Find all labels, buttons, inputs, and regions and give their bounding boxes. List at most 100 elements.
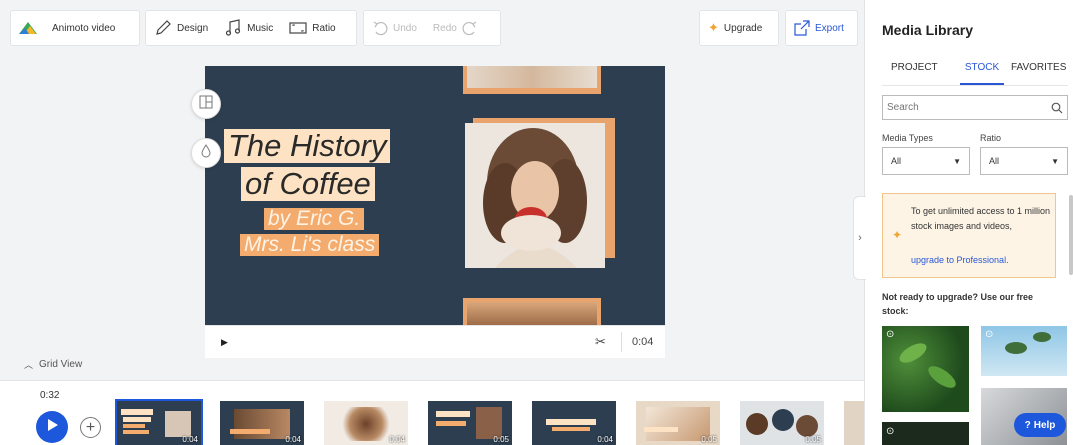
caret-down-icon: ▼ [1051,156,1059,166]
caret-down-icon: ▼ [953,156,961,166]
question-icon: ? [1024,419,1031,431]
stock-video-dark[interactable]: ⊙ [882,422,969,445]
thumbnail-duration: 0:04 [182,435,198,444]
sparkle-icon: ✦ [892,228,903,242]
undo-label: Undo [393,22,417,34]
timeline-thumbnail[interactable]: 0:04 [220,401,304,445]
undo-button[interactable]: Undo [364,11,425,45]
stock-image-plants[interactable]: ⊙ [882,326,969,412]
music-label: Music [247,22,274,34]
upgrade-label: Upgrade [723,22,763,34]
top-photo [467,66,597,88]
bottom-photo [467,302,597,325]
add-block-button[interactable]: + [80,417,101,438]
search-icon[interactable] [1047,96,1067,119]
upgrade-button[interactable]: ✦ Upgrade [700,11,770,45]
ratio-icon [289,21,307,35]
divider [621,332,622,352]
redo-icon [462,20,478,36]
help-button[interactable]: ? Help [1014,413,1066,437]
player-time: 0:04 [632,336,654,348]
upgrade-notice-text: To get unlimited access to 1 million sto… [911,206,1051,231]
slide-subtitle-line-2: Mrs. Li's class [240,234,380,256]
project-name-button[interactable]: Animoto video [11,11,123,45]
media-library-title: Media Library [882,22,974,38]
media-library-tabs: PROJECT STOCK FAVORITES [882,62,1068,86]
export-icon [794,20,810,36]
edit-group: Design Music Ratio [145,10,357,46]
layout-tool-button[interactable] [191,89,221,119]
thumbnail-duration: 0:04 [285,435,301,444]
free-stock-heading: Not ready to upgrade? Use our free stock… [882,292,1034,316]
ratio-value: All [989,156,1000,166]
thumbnail-duration: 0:05 [493,435,509,444]
timeline-play-button[interactable] [36,411,68,443]
slide-title-line-1: The History [224,129,391,163]
grid-view-toggle[interactable]: ︿ Grid View [24,358,82,371]
tab-stock[interactable]: STOCK [960,62,1004,85]
media-types-label: Media Types [882,133,933,143]
upgrade-group: ✦ Upgrade [699,10,779,46]
media-types-value: All [891,156,902,166]
animoto-logo-icon [19,21,37,35]
music-button[interactable]: Music [216,11,281,45]
tab-project[interactable]: PROJECT [891,62,938,85]
ratio-button[interactable]: Ratio [281,11,343,45]
panel-collapse-toggle[interactable]: › [853,196,866,280]
stock-video-palms[interactable]: ⊙ [981,326,1067,376]
video-slide[interactable]: The History of Coffee by Eric G. Mrs. Li… [205,66,665,325]
total-time: 0:32 [40,390,60,401]
design-button[interactable]: Design [146,11,216,45]
chevron-right-icon: › [858,232,862,244]
upgrade-notice: ✦ To get unlimited access to 1 million s… [882,193,1056,278]
ratio-label: Ratio [312,22,336,34]
plus-icon: + [85,418,96,436]
timeline: 0:32 + 0:04 0:04 0:04 0:05 0:04 0:05 0:0… [0,380,864,445]
droplet-icon [200,143,212,163]
timeline-thumbnail[interactable]: 0:05 [428,401,512,445]
export-group: Export [785,10,858,46]
search-box [882,95,1068,120]
timeline-thumbnail[interactable]: 0:04 [115,399,203,445]
panel-scrollbar[interactable] [1069,195,1073,275]
export-button[interactable]: Export [786,11,852,45]
slide-title-line-2: of Coffee [241,167,375,201]
thumbnail-duration: 0:05 [805,435,821,444]
undo-icon [372,20,388,36]
color-tool-button[interactable] [191,138,221,168]
project-group: Animoto video [10,10,140,46]
sparkle-icon: ✦ [708,20,719,35]
layout-grid-icon [199,95,213,114]
tab-favorites[interactable]: FAVORITES [1011,62,1066,85]
video-player-bar: ▶ ✂ 0:04 [205,325,665,358]
main-photo [465,123,605,268]
slide-subtitle-line-1: by Eric G. [264,208,365,230]
timeline-thumbnail[interactable]: 0:05 [740,401,824,445]
thumbnail-duration: 0:04 [597,435,613,444]
video-play-icon: ⊙ [985,329,994,340]
chevron-up-icon: ︿ [24,360,34,370]
scissors-icon[interactable]: ✂ [595,334,606,350]
redo-button[interactable]: Redo [425,11,486,45]
upgrade-link[interactable]: upgrade to Professional. [911,253,1009,268]
ratio-filter-label: Ratio [980,133,1002,143]
music-note-icon [224,19,242,37]
timeline-thumbnail[interactable]: 0:04 [324,401,408,445]
thumbnail-duration: 0:04 [389,435,405,444]
redo-label: Redo [432,22,457,34]
timeline-thumbnail-partial[interactable] [844,401,864,445]
timeline-thumbnail[interactable]: 0:05 [636,401,720,445]
play-icon [46,418,58,436]
toolbar: Animoto video Design Music Ratio Undo Re… [0,0,864,56]
media-types-select[interactable]: All ▼ [882,147,970,175]
video-play-icon: ⊙ [886,426,895,437]
help-label: Help [1033,419,1056,431]
timeline-thumbnail[interactable]: 0:04 [532,401,616,445]
project-name-label: Animoto video [52,22,116,34]
ratio-select[interactable]: All ▼ [980,147,1068,175]
play-icon[interactable]: ▶ [221,337,228,348]
search-input[interactable] [883,102,1047,113]
history-group: Undo Redo [363,10,501,46]
thumbnail-duration: 0:05 [701,435,717,444]
export-label: Export [815,22,844,34]
